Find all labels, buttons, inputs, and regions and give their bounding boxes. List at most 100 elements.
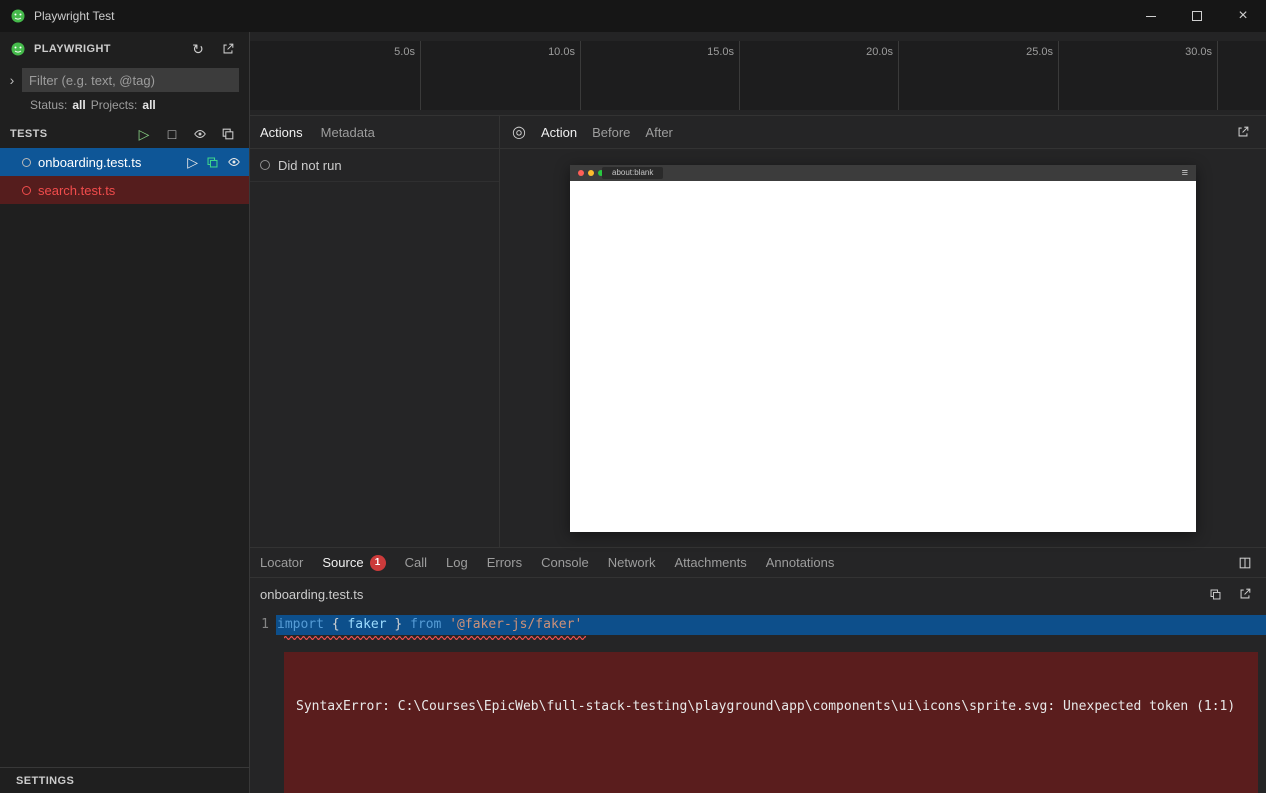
tab-source[interactable]: Source 1 [322,555,385,571]
stop-icon: □ [168,127,176,141]
tab-after[interactable]: After [645,125,672,140]
test-row-actions: ▷ [187,155,241,169]
tab-source-label: Source [322,555,363,570]
syntax-error-block: SyntaxError: C:\Courses\EpicWeb\full-sta… [284,652,1258,793]
tests-title: TESTS [10,128,127,140]
filter-row: › [0,68,249,92]
tick-label: 10.0s [548,46,575,58]
collapse-all-button[interactable] [217,123,239,145]
collapse-all-icon [221,127,235,141]
address-bar: about:blank [602,167,663,179]
error-message: SyntaxError: C:\Courses\EpicWeb\full-sta… [296,698,1246,716]
tick-line [1217,41,1218,110]
status-value[interactable]: all [72,98,85,112]
tab-before[interactable]: Before [592,125,630,140]
circle-icon [260,160,270,170]
tick-label: 15.0s [707,46,734,58]
source-line-1[interactable]: 1 import { faker } from '@faker-js/faker… [250,615,1266,635]
run-all-button[interactable]: ▷ [133,123,155,145]
snapshot-toolbar: ◎ Action Before After [500,116,1266,149]
error-squiggle [284,636,586,640]
projects-value[interactable]: all [142,98,155,112]
bottom-panel: Locator Source 1 Call Log Errors Console… [250,547,1266,793]
open-external-icon [1236,125,1250,139]
source-file-name: onboarding.test.ts [260,587,363,602]
reload-tests-button[interactable]: ↻ [187,38,209,60]
browser-chrome: about:blank ≡ [570,165,1196,181]
source-code-text: import { faker } from '@faker-js/faker' [276,615,1266,635]
eye-icon [193,127,207,141]
actions-panel-tabs: Actions Metadata [250,116,499,149]
snapshot-body: about:blank ≡ [500,149,1266,547]
filter-input[interactable] [22,68,239,92]
play-icon: ▷ [139,127,150,141]
timeline[interactable]: 5.0s 10.0s 15.0s 20.0s 25.0s 30.0s [250,32,1266,115]
open-external-icon [1238,587,1252,601]
tab-errors[interactable]: Errors [487,555,522,570]
stop-button[interactable]: □ [161,123,183,145]
copy-icon[interactable] [206,156,219,169]
maximize-icon [1192,11,1202,21]
tab-actions[interactable]: Actions [260,125,303,140]
open-source-external-button[interactable] [1234,583,1256,605]
test-item-search[interactable]: search.test.ts [0,176,249,204]
pick-locator-icon[interactable]: ◎ [512,122,526,142]
tick-label: 5.0s [394,46,415,58]
title-bar: Playwright Test × [0,0,1266,32]
watch-all-button[interactable] [189,123,211,145]
minimize-button[interactable] [1128,0,1174,32]
filter-status-row: Status: all Projects: all [0,98,249,112]
tab-attachments[interactable]: Attachments [674,555,746,570]
page-snapshot-blank[interactable] [570,181,1196,532]
tick-line [420,41,421,110]
actions-empty-state: Did not run [250,149,499,182]
sidebar-title: PLAYWRIGHT [34,43,179,55]
playwright-logo-icon [10,41,26,57]
tab-annotations[interactable]: Annotations [766,555,835,570]
split-columns-icon [1238,556,1252,570]
open-snapshot-external-button[interactable] [1232,121,1254,143]
minimize-dot-icon [588,170,594,176]
copy-icon [1209,588,1222,601]
source-viewer[interactable]: 1 import { faker } from '@faker-js/faker… [250,610,1266,793]
close-button[interactable]: × [1220,0,1266,32]
playwright-logo-icon [10,8,26,24]
actions-panel: Actions Metadata Did not run [250,116,500,547]
line-number: 1 [250,615,276,635]
test-name: search.test.ts [38,183,241,198]
test-name: onboarding.test.ts [38,155,180,170]
minimize-icon [1146,16,1156,17]
test-item-onboarding[interactable]: onboarding.test.ts ▷ [0,148,249,176]
watch-test-icon[interactable] [227,155,241,169]
maximize-button[interactable] [1174,0,1220,32]
tick-label: 20.0s [866,46,893,58]
run-test-icon[interactable]: ▷ [187,155,198,169]
open-external-window-button[interactable] [217,38,239,60]
actions-empty-message: Did not run [278,158,342,173]
tab-log[interactable]: Log [446,555,468,570]
tab-locator[interactable]: Locator [260,555,303,570]
chevron-right-icon[interactable]: › [4,72,20,88]
tab-network[interactable]: Network [608,555,656,570]
browser-snapshot[interactable]: about:blank ≡ [570,165,1196,532]
tab-action[interactable]: Action [541,125,577,140]
source-error-badge: 1 [370,555,386,571]
close-icon: × [1238,8,1247,24]
tick-line [1058,41,1059,110]
main-area: 5.0s 10.0s 15.0s 20.0s 25.0s 30.0s [250,32,1266,793]
status-label: Status: [30,98,67,112]
tick-label: 25.0s [1026,46,1053,58]
window-controls: × [1128,0,1266,32]
error-frame-blank [296,752,1246,770]
sidebar: PLAYWRIGHT ↻ › Status: all Projects: all… [0,32,250,793]
tab-call[interactable]: Call [405,555,427,570]
copy-source-button[interactable] [1204,583,1226,605]
snapshot-panel: ◎ Action Before After [500,116,1266,547]
settings-section-header[interactable]: SETTINGS [0,767,249,793]
tick-line [580,41,581,110]
tab-metadata[interactable]: Metadata [321,125,375,140]
toggle-layout-button[interactable] [1234,552,1256,574]
browser-menu-icon: ≡ [1182,165,1188,181]
tab-console[interactable]: Console [541,555,589,570]
timeline-strip[interactable]: 5.0s 10.0s 15.0s 20.0s 25.0s 30.0s [250,41,1266,110]
